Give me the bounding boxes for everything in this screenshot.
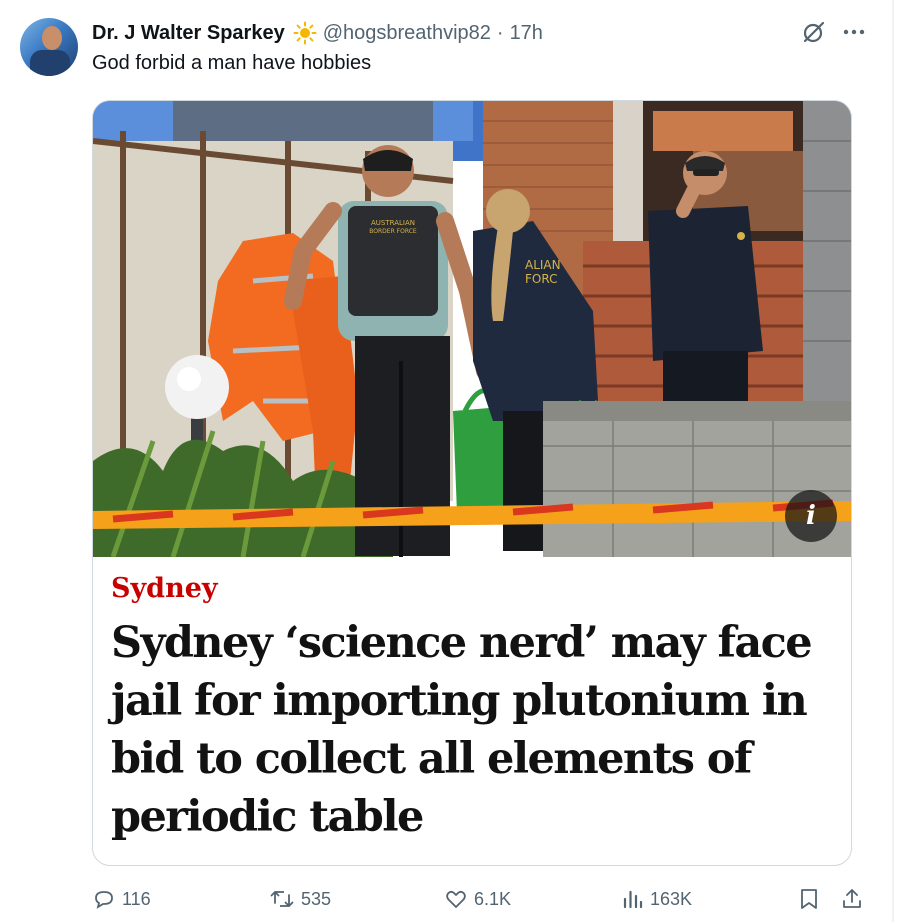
svg-text:ALIAN: ALIAN [525, 258, 561, 272]
card-photo[interactable]: AUSTRALIAN BORDER FORCE ALIAN FORC i [93, 101, 851, 557]
svg-text:BORDER FORCE: BORDER FORCE [369, 228, 417, 235]
grok-icon[interactable] [800, 18, 828, 46]
timeline-divider [892, 0, 894, 922]
repost-icon [270, 891, 294, 907]
display-name[interactable]: Dr. J Walter Sparkey [92, 22, 285, 45]
views-icon [623, 890, 643, 909]
handle[interactable]: @hogsbreathvip82 [323, 22, 491, 45]
share-icon [843, 889, 861, 908]
repost-button[interactable]: 535 [269, 882, 331, 916]
tweet-header: Dr. J Walter Sparkey @hogsbreathvip82 · … [92, 18, 543, 48]
info-label: i [806, 501, 816, 531]
reply-button[interactable]: 116 [92, 882, 151, 916]
repost-count: 535 [301, 888, 332, 909]
like-icon [446, 890, 466, 908]
timestamp[interactable]: 17h [510, 22, 543, 45]
tweet-action-bar: 116 535 6.1K 163K [92, 882, 872, 916]
views-count: 163K [650, 888, 693, 909]
like-count: 6.1K [474, 888, 512, 909]
svg-text:AUSTRALIAN: AUSTRALIAN [371, 219, 415, 227]
card-headline[interactable]: Sydney ‘science nerd’ may face jail for … [111, 614, 833, 846]
card-kicker: Sydney [111, 573, 218, 604]
more-icon[interactable] [840, 18, 868, 46]
tweet-top-actions [800, 18, 868, 46]
tweet-text: God forbid a man have hobbies [92, 52, 372, 74]
tweet[interactable]: Dr. J Walter Sparkey @hogsbreathvip82 · … [0, 0, 892, 922]
avatar-body [30, 50, 70, 76]
info-icon[interactable]: i [785, 490, 837, 542]
views-button[interactable]: 163K [622, 882, 692, 916]
separator-dot: · [496, 21, 504, 44]
bookmark-icon [801, 889, 817, 909]
sun-icon [293, 21, 317, 45]
reply-icon [95, 891, 113, 909]
svg-text:FORC: FORC [525, 272, 557, 286]
share-button[interactable] [840, 882, 870, 916]
like-button[interactable]: 6.1K [444, 882, 511, 916]
avatar-face [42, 26, 62, 50]
avatar[interactable] [20, 18, 78, 76]
bookmark-button[interactable] [798, 882, 826, 916]
link-card[interactable]: AUSTRALIAN BORDER FORCE ALIAN FORC i Syd… [92, 100, 852, 866]
reply-count: 116 [122, 888, 151, 909]
